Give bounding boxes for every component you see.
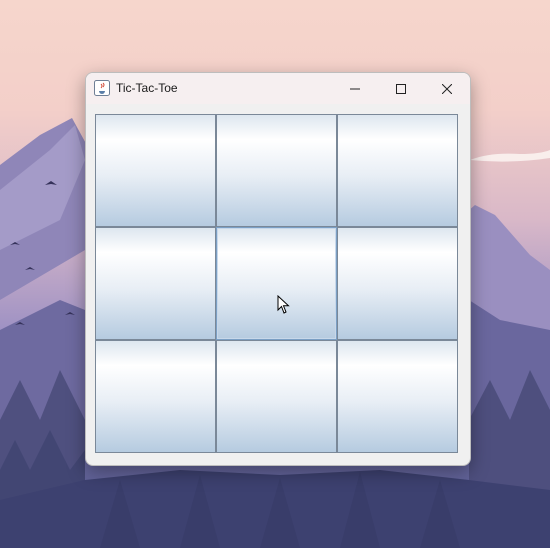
title-bar[interactable]: Tic-Tac-Toe: [86, 73, 470, 104]
mouse-cursor-icon: [277, 295, 290, 314]
java-app-icon: [94, 80, 110, 96]
board-cell-2-2[interactable]: [216, 227, 337, 340]
board-cell-2-1[interactable]: [95, 227, 216, 340]
minimize-icon: [350, 88, 360, 89]
close-button[interactable]: [424, 73, 470, 104]
board-cell-3-3[interactable]: [337, 340, 458, 453]
board-cell-1-1[interactable]: [95, 114, 216, 227]
minimize-button[interactable]: [332, 73, 378, 104]
tic-tac-toe-window: Tic-Tac-Toe: [85, 72, 471, 466]
board-cell-3-2[interactable]: [216, 340, 337, 453]
close-icon: [442, 83, 452, 94]
window-title: Tic-Tac-Toe: [116, 81, 178, 95]
board-cell-1-2[interactable]: [216, 114, 337, 227]
maximize-button[interactable]: [378, 73, 424, 104]
game-board: [95, 114, 458, 453]
board-cell-3-1[interactable]: [95, 340, 216, 453]
maximize-icon: [396, 83, 406, 94]
board-cell-1-3[interactable]: [337, 114, 458, 227]
board-cell-2-3[interactable]: [337, 227, 458, 340]
